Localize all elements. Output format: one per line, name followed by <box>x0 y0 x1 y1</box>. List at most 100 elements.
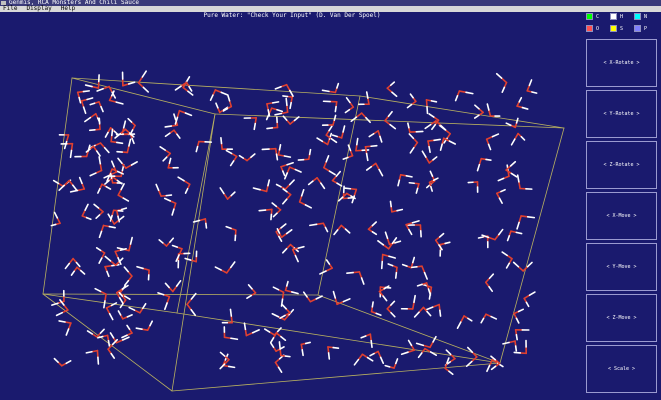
oh-bond-oxygen-half <box>361 353 369 359</box>
oh-bond-hydrogen-half <box>220 137 223 145</box>
control-panel: C H N O S P < X-Rotate > < Y-Rotate > < … <box>584 12 661 400</box>
oh-bond-oxygen-half <box>220 142 223 151</box>
oh-bond-hydrogen-half <box>110 160 115 168</box>
oh-bond-hydrogen-half <box>94 287 102 293</box>
y-rotate-button[interactable]: < Y-Rotate > <box>586 90 657 138</box>
oh-bond-hydrogen-half <box>289 89 294 97</box>
molecule-canvas[interactable] <box>0 12 584 400</box>
oh-bond-hydrogen-half <box>368 132 375 138</box>
oh-bond-hydrogen-half <box>110 352 116 359</box>
oh-bond-oxygen-half <box>427 139 435 142</box>
oh-bond-oxygen-half <box>126 332 133 337</box>
oh-bond-oxygen-half <box>284 289 293 293</box>
oh-bond-hydrogen-half <box>521 106 529 110</box>
oh-bond-hydrogen-half <box>252 187 261 191</box>
legend-swatch-sulfur <box>610 25 617 32</box>
oh-bond-oxygen-half <box>526 84 531 92</box>
oh-bond-hydrogen-half <box>171 244 179 248</box>
oh-bond-hydrogen-half <box>69 149 73 159</box>
oh-bond-oxygen-half <box>458 90 467 94</box>
oh-bond-oxygen-half <box>223 192 229 200</box>
scale-button[interactable]: < Scale > <box>586 345 657 393</box>
oh-bond-hydrogen-half <box>516 174 520 183</box>
oh-bond-oxygen-half <box>315 222 325 226</box>
box-edge <box>42 293 319 296</box>
oh-bond-oxygen-half <box>478 157 483 166</box>
oh-bond-oxygen-half <box>183 179 191 186</box>
oh-bond-hydrogen-half <box>131 137 135 145</box>
oh-bond-hydrogen-half <box>123 279 130 287</box>
oh-bond-hydrogen-half <box>344 108 351 114</box>
oh-bond-hydrogen-half <box>315 295 323 300</box>
oh-bond-hydrogen-half <box>389 200 392 208</box>
oh-bond-oxygen-half <box>517 265 524 272</box>
oh-bond-hydrogen-half <box>371 301 374 308</box>
oh-bond-hydrogen-half <box>65 328 70 336</box>
oh-bond-hydrogen-half <box>344 228 351 234</box>
oh-bond-hydrogen-half <box>128 306 136 311</box>
x-rotate-button[interactable]: < X-Rotate > <box>586 39 657 87</box>
z-rotate-button[interactable]: < Z-Rotate > <box>586 141 657 189</box>
oh-bond-hydrogen-half <box>429 170 434 177</box>
oh-bond-oxygen-half <box>63 304 69 311</box>
oh-bond-oxygen-half <box>496 192 501 200</box>
oh-bond-hydrogen-half <box>476 163 481 172</box>
y-move-button[interactable]: < Y-Move > <box>586 243 657 291</box>
oh-bond-hydrogen-half <box>343 187 352 190</box>
legend-phosphorus: P <box>634 25 647 32</box>
oh-bond-hydrogen-half <box>394 358 399 365</box>
oh-bond-oxygen-half <box>485 313 492 318</box>
oh-bond-oxygen-half <box>449 357 456 363</box>
oh-bond-hydrogen-half <box>78 96 82 104</box>
oh-bond-hydrogen-half <box>103 146 110 154</box>
oh-bond-hydrogen-half <box>119 302 124 309</box>
oh-bond-oxygen-half <box>425 282 430 290</box>
oh-bond-hydrogen-half <box>333 229 339 236</box>
oh-bond-hydrogen-half <box>176 133 181 139</box>
oh-bond-hydrogen-half <box>509 160 517 167</box>
oh-bond-oxygen-half <box>275 332 282 338</box>
oh-bond-hydrogen-half <box>284 355 291 358</box>
oh-bond-hydrogen-half <box>225 149 233 155</box>
oh-bond-hydrogen-half <box>413 294 416 304</box>
oh-bond-hydrogen-half <box>371 230 378 236</box>
oh-bond-hydrogen-half <box>129 236 133 245</box>
z-move-button[interactable]: < Z-Move > <box>586 294 657 342</box>
oh-bond-hydrogen-half <box>111 128 114 137</box>
oh-bond-oxygen-half <box>502 175 510 180</box>
x-move-button[interactable]: < X-Move > <box>586 192 657 240</box>
oh-bond-oxygen-half <box>266 102 274 105</box>
oh-bond-hydrogen-half <box>501 251 508 257</box>
oh-bond-hydrogen-half <box>164 125 173 128</box>
oh-bond-hydrogen-half <box>506 235 511 242</box>
oh-bond-hydrogen-half <box>141 302 147 310</box>
oh-bond-hydrogen-half <box>336 182 343 187</box>
oh-bond-hydrogen-half <box>415 342 425 347</box>
oh-bond-oxygen-half <box>514 132 519 140</box>
oh-bond-hydrogen-half <box>78 176 83 185</box>
oh-bond-hydrogen-half <box>316 137 324 143</box>
oh-bond-hydrogen-half <box>409 146 415 154</box>
oh-bond-hydrogen-half <box>290 291 299 295</box>
oh-bond-oxygen-half <box>429 341 434 349</box>
oh-bond-oxygen-half <box>510 230 518 234</box>
oh-bond-hydrogen-half <box>375 312 382 316</box>
oh-bond-hydrogen-half <box>413 311 420 318</box>
oh-bond-hydrogen-half <box>365 152 369 162</box>
oh-bond-hydrogen-half <box>82 106 87 115</box>
oh-bond-hydrogen-half <box>115 101 124 105</box>
oh-bond-hydrogen-half <box>50 223 57 227</box>
oh-bond-hydrogen-half <box>366 356 374 362</box>
oh-bond-hydrogen-half <box>491 133 500 138</box>
oh-bond-hydrogen-half <box>502 341 510 345</box>
oh-bond-oxygen-half <box>355 143 358 152</box>
oh-bond-oxygen-half <box>212 89 217 96</box>
oh-bond-hydrogen-half <box>512 261 520 268</box>
oh-bond-hydrogen-half <box>356 137 359 146</box>
oh-bond-hydrogen-half <box>439 143 443 151</box>
oh-bond-hydrogen-half <box>270 342 275 349</box>
oh-bond-oxygen-half <box>114 249 122 253</box>
oh-bond-hydrogen-half <box>227 365 236 369</box>
molecule-viewport[interactable]: Pure Water: "Check Your Input" (D. Van D… <box>0 12 584 400</box>
oh-bond-oxygen-half <box>189 259 198 263</box>
